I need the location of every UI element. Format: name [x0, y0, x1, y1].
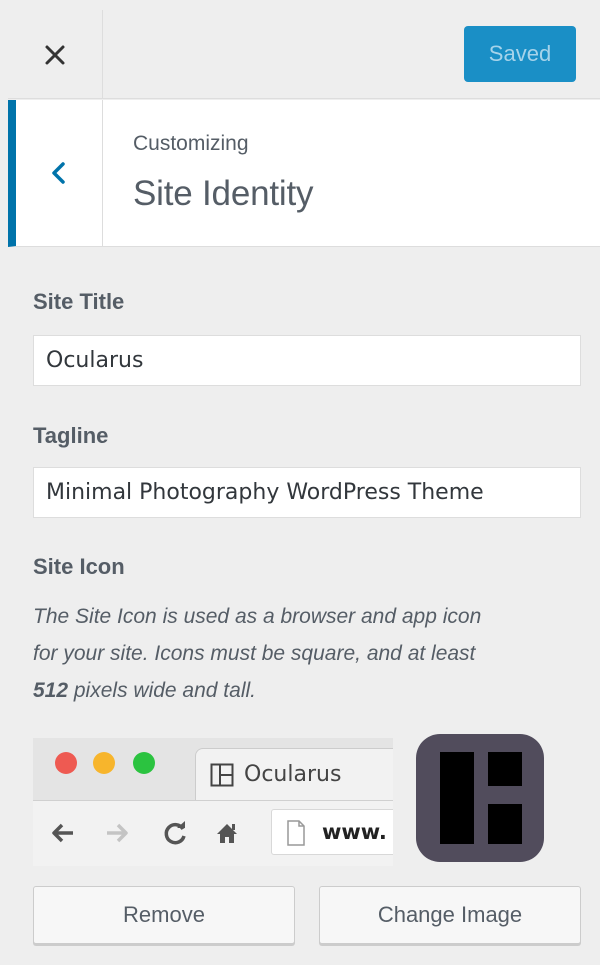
tab-title: Ocularus	[244, 762, 342, 787]
forward-arrow-icon	[107, 823, 128, 843]
reload-icon	[164, 821, 186, 845]
maximize-dot	[133, 752, 155, 774]
remove-button[interactable]: Remove	[33, 886, 295, 944]
minimize-dot	[93, 752, 115, 774]
tagline-label: Tagline	[33, 423, 109, 448]
site-icon-label: Site Icon	[33, 554, 125, 579]
address-bar: www.	[271, 809, 393, 855]
icon-block-bottom-right	[488, 804, 522, 844]
browser-toolbar: www.	[33, 800, 393, 866]
back-button[interactable]	[16, 100, 103, 246]
saved-button[interactable]: Saved	[464, 26, 576, 82]
site-favicon-icon	[210, 763, 234, 787]
change-image-button[interactable]: Change Image	[319, 886, 581, 944]
customizer-header: Saved	[8, 10, 600, 99]
browser-preview: Ocularus www.	[33, 738, 393, 866]
chevron-left-icon	[52, 162, 65, 184]
site-icon-description: The Site Icon is used as a browser and a…	[33, 605, 482, 702]
close-button[interactable]	[8, 10, 103, 99]
site-title-label: Site Title	[33, 289, 125, 314]
site-icon-image	[416, 734, 544, 862]
icon-size-number: 512	[33, 679, 69, 702]
close-icon	[45, 45, 65, 64]
page-icon	[287, 820, 305, 846]
breadcrumb: Customizing	[133, 132, 249, 155]
browser-tab: Ocularus	[195, 748, 393, 800]
icon-block-left	[440, 752, 474, 844]
home-icon	[217, 824, 237, 843]
back-arrow-icon	[52, 823, 73, 843]
page-title: Site Identity	[133, 174, 314, 213]
site-title-input[interactable]: Ocularus	[33, 335, 581, 386]
section-header: Customizing Site Identity	[8, 100, 600, 247]
icon-block-top-right	[488, 752, 522, 786]
close-dot	[55, 752, 77, 774]
tagline-input[interactable]: Minimal Photography WordPress Theme	[33, 467, 581, 518]
url-text: www.	[322, 820, 387, 844]
